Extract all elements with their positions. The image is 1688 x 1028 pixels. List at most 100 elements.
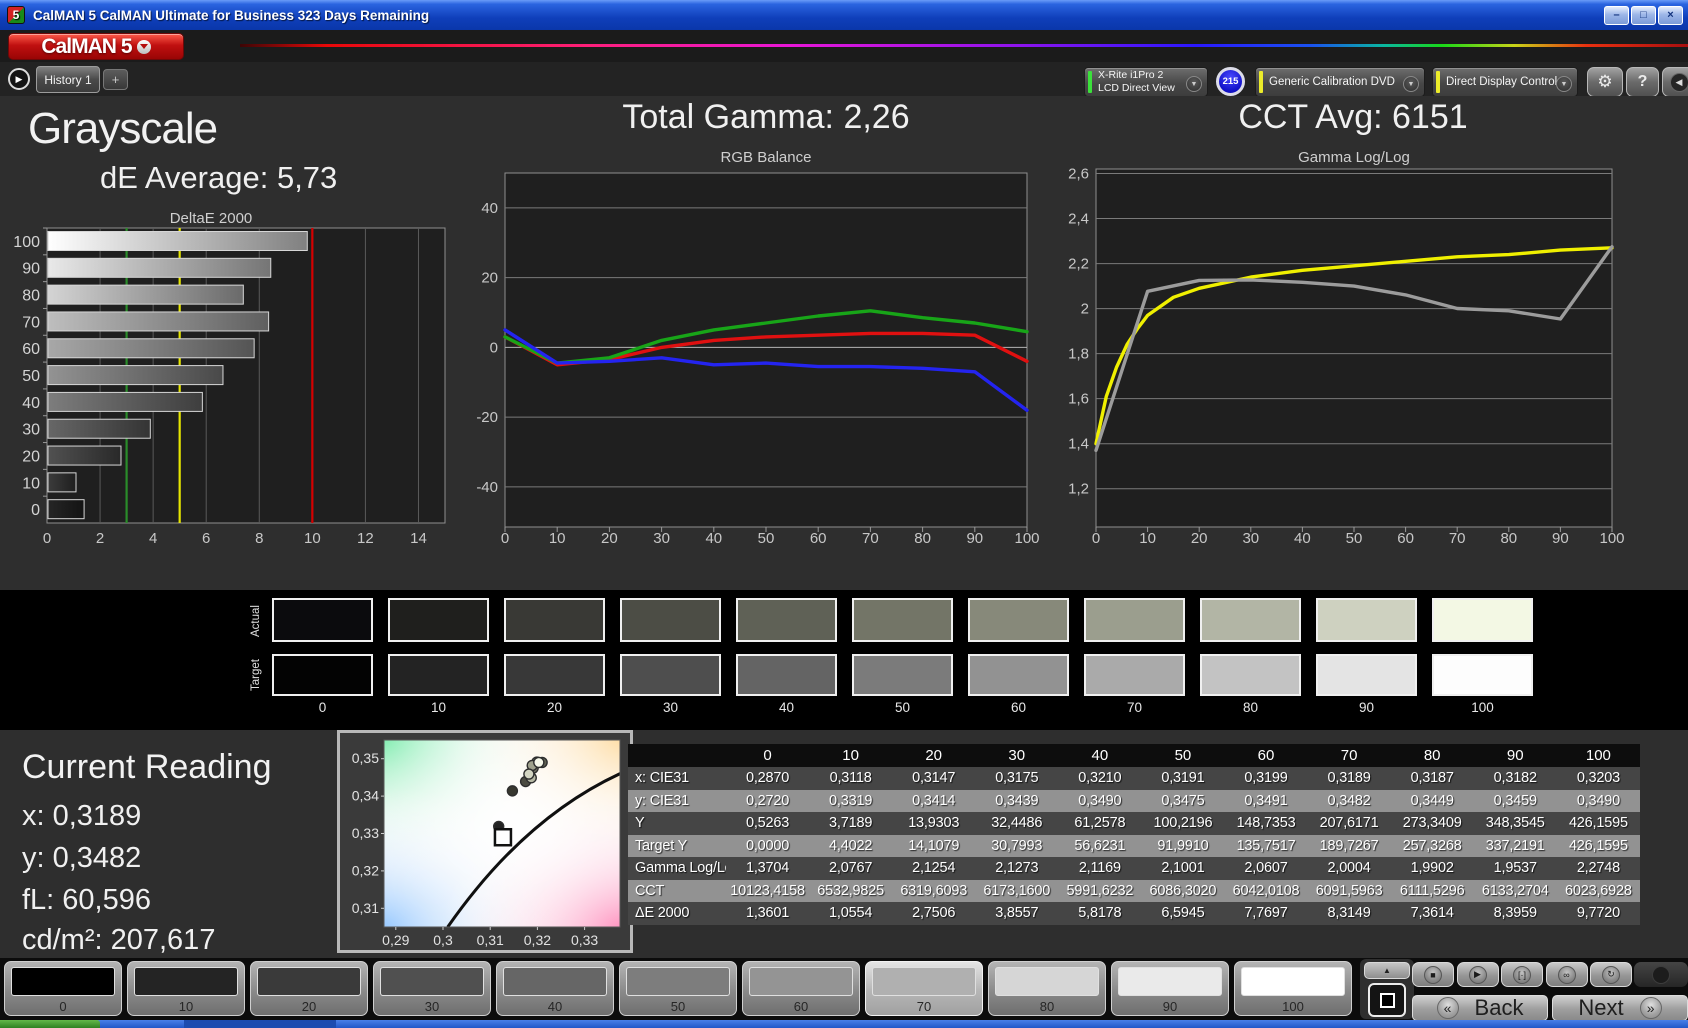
restore-button[interactable]: □	[1631, 5, 1656, 25]
tick-label: 80	[914, 530, 931, 547]
swatch-level-label: 40	[778, 700, 795, 715]
back-button[interactable]: « Back	[1412, 995, 1548, 1021]
settings-button[interactable]: ⚙	[1587, 67, 1623, 97]
pattern-up-button[interactable]: ▲	[1364, 962, 1410, 979]
pattern-tile-40[interactable]: 40	[496, 961, 614, 1016]
display-control-dropdown[interactable]: Direct Display Control ▼	[1432, 67, 1578, 97]
pattern-swatch	[380, 967, 484, 996]
calman-logo-button[interactable]: CalMAN 5	[8, 33, 184, 60]
tick-label: 10	[549, 530, 566, 547]
pattern-tile-80[interactable]: 80	[988, 961, 1106, 1016]
windows-taskbar[interactable]	[0, 1020, 1688, 1028]
table-cell: 0,3175	[975, 767, 1059, 790]
pattern-tile-label: 90	[1162, 999, 1178, 1014]
pattern-tile-50[interactable]: 50	[619, 961, 737, 1016]
expand-nav-button[interactable]: ▶	[8, 68, 30, 90]
calman-window: 5 CalMAN 5 CalMAN Ultimate for Business …	[0, 0, 1688, 1028]
target-swatch-100	[1432, 654, 1533, 696]
app-icon-glyph: 5	[12, 8, 20, 22]
table-cell: 2,0004	[1307, 857, 1391, 880]
table-cell: 0,3182	[1473, 767, 1557, 790]
start-button[interactable]	[0, 1020, 100, 1028]
source-dropdown[interactable]: Generic Calibration DVD ▼	[1255, 67, 1425, 97]
cie-point-90	[523, 768, 535, 780]
table-row: ΔE 2000 1,3601 1,0554 2,7506 3,8557 5,8178 6,5…	[628, 902, 1640, 925]
table-cell: 1,0554	[809, 902, 893, 925]
table-cell: 0,3414	[892, 789, 976, 812]
play-button[interactable]: ▶	[1456, 962, 1499, 987]
collapse-toolbar-button[interactable]: ◀	[1662, 67, 1688, 97]
meter-line1: X-Rite i1Pro 2	[1098, 68, 1164, 81]
tick-label: 20	[481, 270, 498, 287]
help-button[interactable]: ?	[1626, 67, 1659, 97]
table-cell: 0,3491	[1224, 789, 1308, 812]
table-cell: 4,4022	[809, 834, 893, 857]
pattern-tile-20[interactable]: 20	[250, 961, 368, 1016]
meter-count-badge[interactable]: 215	[1216, 67, 1245, 96]
tick-label: 2,6	[1068, 166, 1089, 183]
target-swatch-80	[1200, 654, 1301, 696]
current-reading-title: Current Reading	[22, 748, 272, 786]
table-cell: 1,9537	[1473, 857, 1557, 880]
pattern-tile-0[interactable]: 0	[4, 961, 122, 1016]
row-label: Gamma Log/Log	[628, 857, 726, 880]
table-cell: 135,7517	[1224, 834, 1308, 857]
tick-label: -40	[476, 479, 498, 496]
swatch-level-label: 10	[430, 700, 447, 715]
pattern-tile-100[interactable]: 100	[1234, 961, 1352, 1016]
next-button[interactable]: Next »	[1552, 995, 1688, 1021]
loop-button[interactable]: ∞	[1545, 962, 1588, 987]
pattern-tile-10[interactable]: 10	[127, 961, 245, 1016]
table-cell: 0,3490	[1058, 789, 1142, 812]
stop-button[interactable]: ■	[1412, 962, 1454, 987]
pattern-tile-30[interactable]: 30	[373, 961, 491, 1016]
close-button[interactable]: ×	[1658, 5, 1683, 25]
tick-label: 100	[1014, 530, 1039, 547]
tick-label: 2,2	[1068, 256, 1089, 273]
chevrons-right-icon: »	[1639, 997, 1662, 1019]
table-cell: 6042,0108	[1224, 879, 1308, 902]
frame-button[interactable]: [·]	[1501, 962, 1543, 987]
pattern-tile-label: 10	[178, 999, 194, 1014]
table-header-cell: 80	[1390, 744, 1474, 767]
chevron-down-icon: ▼	[1186, 76, 1202, 92]
gamma-log-log-chart: Gamma Log/Log 2,6 2,4 2,2 2 1,8 1,6 1,4 1,2 0 10 20…	[1068, 149, 1624, 547]
tick-label: 40	[1294, 530, 1311, 547]
bar-100	[47, 231, 308, 251]
table-row: Y 0,5263 3,7189 13,9303 32,4486 61,2578 100,21…	[628, 812, 1640, 835]
table-header-cell	[628, 744, 726, 767]
measurement-table-wrap: 0 10 20 30 40 50 60 70 80 90 100 x: CIE31 0,2870 0,31…	[628, 744, 1640, 925]
pattern-tile-label: 70	[916, 999, 932, 1014]
tick-label: 1,8	[1068, 346, 1089, 363]
logo-dropdown-icon[interactable]	[136, 39, 151, 54]
pattern-tile-90[interactable]: 90	[1111, 961, 1229, 1016]
tick-label: 0	[31, 502, 40, 519]
refresh-button[interactable]: ↻	[1590, 962, 1632, 987]
target-swatch-60	[968, 654, 1069, 696]
table-cell: 6173,1600	[975, 879, 1059, 902]
actual-swatch-0	[272, 598, 373, 642]
tick-label: 8	[255, 530, 263, 547]
tick-label: 100	[1599, 530, 1624, 547]
minimize-button[interactable]: –	[1604, 5, 1629, 25]
table-cell: 6133,2704	[1473, 879, 1557, 902]
tab-bar: ▶ History 1 + X-Rite i1Pro 2 LCD Direct …	[0, 62, 1688, 97]
add-tab-button[interactable]: +	[103, 69, 128, 90]
table-cell: 6086,3020	[1141, 879, 1225, 902]
swatch-level-label: 70	[1126, 700, 1143, 715]
tick-label: 30	[653, 530, 670, 547]
back-label: Back	[1474, 995, 1524, 1020]
taskbar-task[interactable]	[184, 1020, 336, 1028]
source-label: Generic Calibration DVD	[1269, 76, 1395, 88]
tick-label: 2	[96, 530, 104, 547]
table-cell: 8,3149	[1307, 902, 1391, 925]
actual-swatch-100	[1432, 598, 1533, 642]
meter-dropdown[interactable]: X-Rite i1Pro 2 LCD Direct View ▼	[1084, 67, 1208, 97]
pattern-tile-60[interactable]: 60	[742, 961, 860, 1016]
window-pattern-button[interactable]	[1368, 983, 1406, 1017]
bar-10	[47, 472, 77, 493]
tab-history-1[interactable]: History 1	[36, 66, 100, 93]
table-cell: 0,3210	[1058, 767, 1142, 790]
pattern-swatch	[11, 967, 115, 996]
pattern-tile-70[interactable]: 70	[865, 961, 983, 1016]
